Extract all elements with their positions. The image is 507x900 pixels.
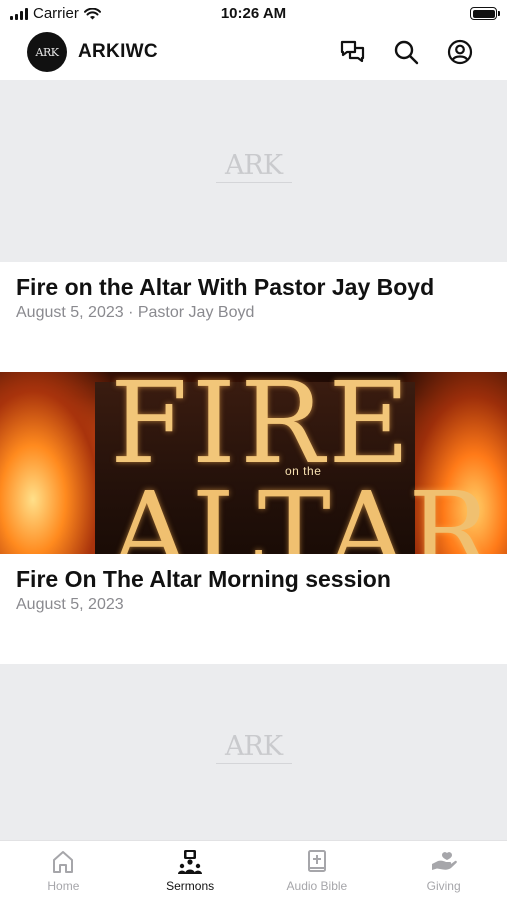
tab-label: Sermons — [166, 879, 215, 893]
ark-logo-watermark: ARK — [214, 149, 294, 193]
tab-bar: Home Sermons Audio Bible Giving — [0, 840, 507, 900]
sermon-title[interactable]: Fire On The Altar Morning session — [0, 566, 507, 593]
sermon-card[interactable]: FIRE on the ALTAR Fire On The Altar Morn… — [0, 372, 507, 664]
ark-logo-watermark: ARK — [214, 730, 294, 774]
tab-giving[interactable]: Giving — [380, 841, 507, 900]
tab-home[interactable]: Home — [0, 841, 127, 900]
sermon-list[interactable]: ARK Fire on the Altar With Pastor Jay Bo… — [0, 80, 507, 840]
sermon-card[interactable]: ARK — [0, 664, 507, 840]
sermon-meta: August 5, 2023 · Pastor Jay Boyd — [16, 304, 255, 321]
search-icon[interactable] — [392, 38, 420, 66]
sermon-thumbnail[interactable]: ARK — [0, 664, 507, 840]
app-title: ARKIWC — [78, 41, 158, 62]
tab-sermons[interactable]: Sermons — [127, 841, 254, 900]
tab-label: Giving — [426, 879, 461, 893]
sermon-meta: August 5, 2023 — [16, 596, 124, 613]
home-icon — [53, 851, 74, 873]
status-time: 10:26 AM — [220, 5, 287, 22]
status-bar: Carrier 10:26 AM — [0, 0, 507, 28]
app-logo[interactable]: ARK — [27, 32, 67, 72]
sermon-thumbnail[interactable]: FIRE on the ALTAR — [0, 372, 507, 554]
chat-icon[interactable] — [339, 38, 367, 66]
account-icon[interactable] — [446, 38, 474, 66]
art-text-altar: ALTAR — [110, 468, 494, 554]
app-header: ARK ARKIWC — [0, 28, 507, 78]
tab-label: Home — [47, 879, 80, 893]
tab-audio-bible[interactable]: Audio Bible — [254, 841, 381, 900]
giving-icon — [431, 852, 457, 870]
battery-icon — [470, 7, 500, 20]
fire-graphic-left — [0, 372, 110, 554]
sermon-card[interactable]: ARK Fire on the Altar With Pastor Jay Bo… — [0, 80, 507, 372]
bible-icon — [307, 850, 326, 872]
sermons-icon — [178, 850, 203, 874]
sermon-title[interactable]: Fire on the Altar With Pastor Jay Boyd — [0, 274, 507, 301]
sermon-thumbnail[interactable]: ARK — [0, 80, 507, 262]
tab-label: Audio Bible — [286, 879, 348, 893]
